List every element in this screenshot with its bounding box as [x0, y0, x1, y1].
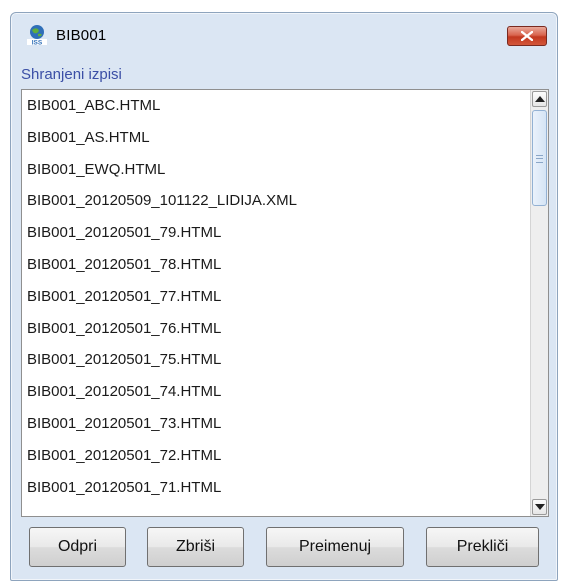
- cancel-button[interactable]: Prekliči: [426, 527, 539, 567]
- scroll-down-button[interactable]: [532, 499, 547, 515]
- saved-printouts-list[interactable]: BIB001_ABC.HTML BIB001_AS.HTML BIB001_EWQ.…: [21, 89, 549, 517]
- window-title: BIB001: [56, 27, 107, 44]
- list-item[interactable]: BIB001_20120501_78.HTML: [22, 249, 530, 281]
- scroll-up-button[interactable]: [532, 91, 547, 107]
- iss-globe-icon: ISS: [27, 25, 47, 47]
- list-item[interactable]: BIB001_20120501_72.HTML: [22, 440, 530, 472]
- list-item[interactable]: BIB001_20120509_101122_LIDIJA.XML: [22, 185, 530, 217]
- dialog-window: ISS BIB001 Shranjeni izpisi BIB001_ABC.H…: [10, 12, 558, 581]
- list-item[interactable]: BIB001_AS.HTML: [22, 122, 530, 154]
- delete-button[interactable]: Zbriši: [147, 527, 244, 567]
- title-bar[interactable]: ISS BIB001: [11, 13, 557, 61]
- grip-icon: [536, 155, 543, 163]
- list-item[interactable]: BIB001_20120501_73.HTML: [22, 408, 530, 440]
- list-item[interactable]: BIB001_20120501_77.HTML: [22, 281, 530, 313]
- scroll-thumb[interactable]: [532, 110, 547, 206]
- vertical-scrollbar[interactable]: [530, 90, 548, 516]
- rename-button[interactable]: Preimenuj: [266, 527, 404, 567]
- close-button[interactable]: [507, 26, 547, 46]
- saved-printouts-label: Shranjeni izpisi: [21, 66, 122, 83]
- list-item[interactable]: BIB001_20120501_74.HTML: [22, 376, 530, 408]
- list-items: BIB001_ABC.HTML BIB001_AS.HTML BIB001_EWQ.…: [22, 90, 530, 516]
- close-icon: [521, 31, 533, 41]
- list-item[interactable]: BIB001_EWQ.HTML: [22, 154, 530, 186]
- list-item[interactable]: BIB001_20120501_79.HTML: [22, 217, 530, 249]
- svg-text:ISS: ISS: [32, 40, 43, 47]
- list-item[interactable]: BIB001_20120501_71.HTML: [22, 472, 530, 504]
- list-item[interactable]: BIB001_20120501_76.HTML: [22, 313, 530, 345]
- list-item[interactable]: BIB001_ABC.HTML: [22, 90, 530, 122]
- open-button[interactable]: Odpri: [29, 527, 126, 567]
- list-item[interactable]: BIB001_20120501_75.HTML: [22, 344, 530, 376]
- arrow-up-icon: [534, 96, 545, 102]
- arrow-down-icon: [534, 504, 545, 510]
